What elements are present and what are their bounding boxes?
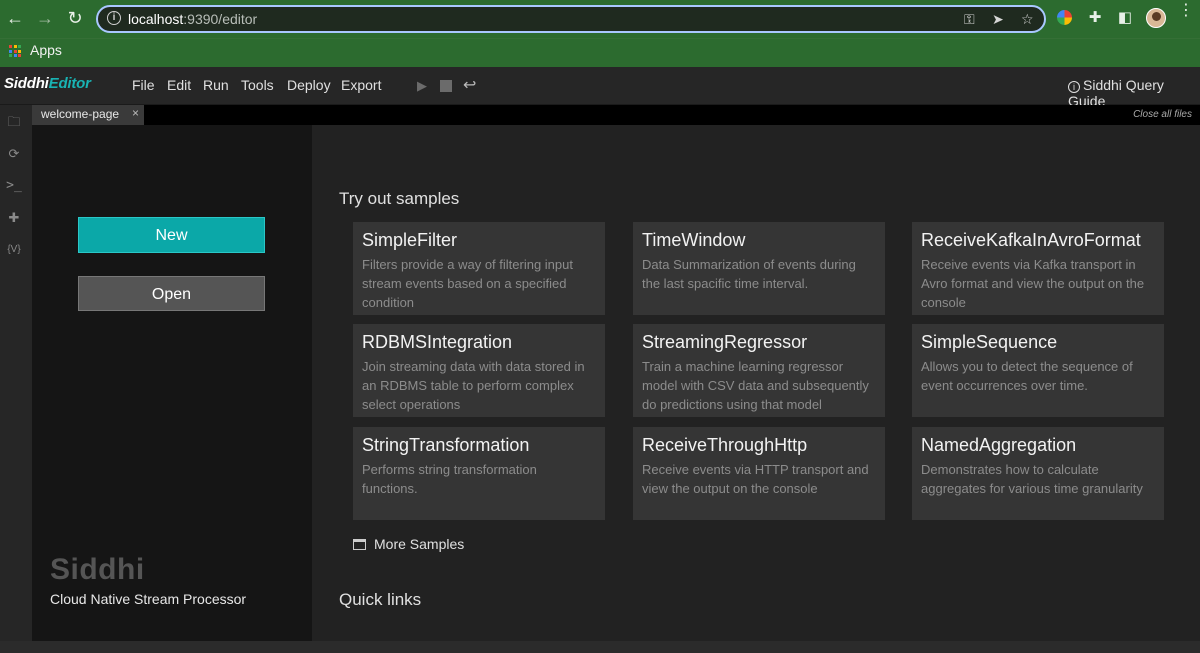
sample-title: NamedAggregation [921, 435, 1077, 455]
menu-file[interactable]: File [132, 77, 155, 93]
apps-bookmark[interactable]: Apps [30, 42, 62, 58]
extensions-puzzle-icon[interactable]: ✚ [1086, 9, 1104, 27]
sample-card[interactable]: SimpleSequence Allows you to detect the … [912, 324, 1164, 417]
menu-run[interactable]: Run [203, 77, 229, 93]
close-all-files-link[interactable]: Close all files [1133, 109, 1192, 120]
menu-tools[interactable]: Tools [241, 77, 274, 93]
menu-deploy[interactable]: Deploy [287, 77, 331, 93]
deploy-icon[interactable]: ⟳ [5, 145, 23, 163]
key-icon[interactable]: ⚿ [964, 11, 975, 27]
sample-title: ReceiveKafkaInAvroFormat [921, 230, 1141, 250]
sample-title: StringTransformation [362, 435, 530, 455]
browser-toolbar: ← → ↻ i localhost:9390/editor ⚿ ➤ ☆ ✚ ◧ … [0, 0, 1200, 38]
terminal-icon[interactable]: >_ [5, 177, 23, 195]
window-icon [353, 539, 366, 550]
sample-card[interactable]: TimeWindow Data Summarization of events … [633, 222, 885, 315]
side-panel-icon[interactable]: ◧ [1116, 9, 1134, 27]
quick-links-heading: Quick links [339, 590, 422, 609]
extension-icon[interactable]: ✚ [5, 209, 23, 227]
sample-title: TimeWindow [642, 230, 746, 250]
sample-card[interactable]: ReceiveKafkaInAvroFormat Receive events … [912, 222, 1164, 315]
address-bar[interactable]: i localhost:9390/editor ⚿ ➤ ☆ [96, 5, 1046, 33]
browser-menu-icon[interactable]: ⋮ [1178, 3, 1194, 28]
menu-edit[interactable]: Edit [167, 77, 191, 93]
welcome-main-panel: Try out samples SimpleFilter Filters pro… [312, 125, 1200, 641]
sample-description: Allows you to detect the sequence of eve… [921, 359, 1133, 393]
url-text[interactable]: localhost:9390/editor [128, 11, 257, 27]
variables-icon[interactable]: {V} [5, 241, 23, 259]
welcome-left-panel: New Open Siddhi Cloud Native Stream Proc… [32, 125, 312, 641]
sample-title: SimpleFilter [362, 230, 458, 250]
sample-description: Join streaming data with data stored in … [362, 359, 585, 412]
editor-tab-bar: welcome-page × Close all files [32, 105, 1200, 125]
sample-description: Receive events via Kafka transport in Av… [921, 257, 1145, 310]
open-button[interactable]: Open [78, 276, 265, 311]
extension-colorful-icon[interactable] [1056, 9, 1074, 27]
side-icon-strip: 🗀 ⟳ >_ ✚ {V} [0, 105, 32, 653]
sample-description: Performs string transformation functions… [362, 462, 537, 496]
sample-card[interactable]: RDBMSIntegration Join streaming data wit… [353, 324, 605, 417]
tab-welcome-page[interactable]: welcome-page × [32, 105, 144, 125]
sample-card[interactable]: NamedAggregation Demonstrates how to cal… [912, 427, 1164, 520]
bookmarks-bar: Apps [0, 38, 1200, 67]
back-arrow-icon[interactable]: ← [5, 8, 25, 28]
forward-arrow-icon[interactable]: → [35, 8, 55, 28]
sample-card[interactable]: StringTransformation Performs string tra… [353, 427, 605, 520]
info-icon: i [1068, 81, 1080, 93]
bookmark-star-icon[interactable]: ☆ [1021, 11, 1034, 27]
samples-heading: Try out samples [339, 189, 460, 208]
run-icon[interactable]: ▶ [417, 78, 427, 94]
sample-description: Data Summarization of events during the … [642, 257, 856, 291]
sample-card[interactable]: ReceiveThroughHttp Receive events via HT… [633, 427, 885, 520]
sample-title: SimpleSequence [921, 332, 1058, 352]
send-icon[interactable]: ➤ [992, 11, 1004, 27]
sample-title: RDBMSIntegration [362, 332, 513, 352]
more-samples-link[interactable]: More Samples [353, 536, 464, 552]
siddhi-editor-logo: SiddhiEditor [4, 75, 91, 92]
close-icon[interactable]: × [132, 106, 139, 120]
sample-title: ReceiveThroughHttp [642, 435, 808, 455]
siddhi-brand-logo: Siddhi [50, 553, 145, 586]
sample-description: Train a machine learning regressor model… [642, 359, 869, 412]
sample-title: StreamingRegressor [642, 332, 808, 352]
tab-label: welcome-page [41, 107, 120, 121]
revert-icon[interactable]: ↩ [463, 75, 476, 95]
sample-card[interactable]: SimpleFilter Filters provide a way of fi… [353, 222, 605, 315]
app-menubar: SiddhiEditor File Edit Run Tools Deploy … [0, 67, 1200, 109]
menu-export[interactable]: Export [341, 77, 381, 93]
status-strip [0, 641, 1200, 653]
reload-icon[interactable]: ↻ [65, 8, 85, 28]
folder-icon[interactable]: 🗀 [5, 113, 23, 131]
new-button[interactable]: New [78, 217, 265, 253]
tagline: Cloud Native Stream Processor [50, 591, 247, 607]
sample-description: Receive events via HTTP transport and vi… [642, 462, 869, 496]
site-info-icon[interactable]: i [107, 11, 121, 25]
sample-description: Demonstrates how to calculate aggregates… [921, 462, 1143, 496]
apps-grid-icon[interactable] [9, 45, 21, 57]
profile-avatar[interactable] [1146, 8, 1166, 28]
stop-icon[interactable] [440, 80, 452, 92]
sample-card[interactable]: StreamingRegressor Train a machine learn… [633, 324, 885, 417]
sample-description: Filters provide a way of filtering input… [362, 257, 573, 310]
